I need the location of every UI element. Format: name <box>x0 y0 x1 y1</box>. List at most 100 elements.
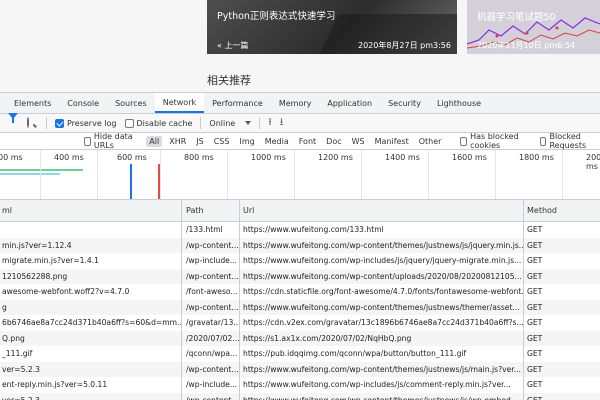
filter-bar: Hide data URLs All XHR JS CSS Img Media Font Do… <box>0 132 600 150</box>
preserve-log-label: Preserve log <box>67 118 117 128</box>
filter-doc[interactable]: Doc <box>323 136 344 147</box>
cell-name: g <box>0 299 182 315</box>
tab-lighthouse[interactable]: Lighthouse <box>429 93 489 113</box>
cell-url: https://www.wufeitong.com/wp-content/the… <box>240 237 524 253</box>
table-row[interactable]: Q.png/2020/07/02... https://s1.ax1x.com/2… <box>0 330 600 346</box>
tab-performance[interactable]: Performance <box>204 93 271 113</box>
hide-data-urls-label: Hide data URLs <box>93 132 133 150</box>
filter-media[interactable]: Media <box>262 136 292 147</box>
divider <box>200 117 202 129</box>
tab-sources[interactable]: Sources <box>107 93 155 113</box>
table-body: /133.html https://www.wufeitong.com/133.h… <box>0 222 600 400</box>
table-row[interactable]: 1210562288.png/wp-content... https://www.… <box>0 268 600 284</box>
cell-name: migrate.min.js?ver=1.4.1 <box>0 253 182 269</box>
card-title[interactable]: Python正则表达式快速学习 <box>217 8 335 22</box>
table-row[interactable]: ver=5.2.3/wp-content...https://www.wufei… <box>0 392 600 400</box>
cell-method: GET <box>527 256 543 266</box>
table-row[interactable]: g/wp-content... https://www.wufeitong.com… <box>0 299 600 315</box>
tab-security[interactable]: Security <box>380 93 429 113</box>
timeline-gridline <box>495 150 496 199</box>
timeline-tick-label: 600 ms <box>117 153 147 162</box>
timeline-overview[interactable]: 00 ms 400 ms 600 ms 800 ms 1000 ms 1200 ms 140… <box>0 150 600 200</box>
filter-all[interactable]: All <box>146 135 163 147</box>
filter-ws[interactable]: WS <box>349 136 368 147</box>
tab-console[interactable]: Console <box>59 93 107 113</box>
filter-img[interactable]: Img <box>236 136 257 147</box>
column-name-header[interactable]: ml <box>0 200 182 221</box>
cell-path: /wp-content... <box>182 299 240 315</box>
checkbox-checked[interactable] <box>55 118 64 128</box>
cell-name: _111.gif <box>0 346 182 362</box>
devtools-panel: Elements Console Sources Network Performance… <box>0 92 600 400</box>
cell-path: /wp-include... <box>182 377 240 393</box>
cell-path: /wp-content... <box>182 268 240 284</box>
search-icon[interactable] <box>27 116 38 129</box>
throttling-select[interactable]: Online <box>209 119 252 128</box>
article-card-prev[interactable]: Python正则表达式快速学习 « 上一篇 2020年8月27日 pm3:56 <box>207 0 457 54</box>
timeline-gridline <box>428 150 429 199</box>
blocked-filters: Has blocked cookies Blocked Requests <box>460 132 600 150</box>
timeline-tick-label: 00 ms <box>0 153 23 162</box>
cell-name: ver=5.2.3 <box>0 361 182 377</box>
has-blocked-cookies-checkbox[interactable]: Has blocked cookies <box>460 132 523 150</box>
table-row[interactable]: _111.gif/qconn/wpa... https://pub.idqqimg… <box>0 346 600 362</box>
table-row[interactable]: ver=5.2.3/wp-content...https://www.wufei… <box>0 361 600 377</box>
cell-name: min.js?ver=1.12.4 <box>0 237 182 253</box>
preserve-log-checkbox[interactable]: Preserve log <box>55 118 117 128</box>
checkbox-unchecked[interactable] <box>460 136 468 146</box>
card-title[interactable]: 机器学习笔试题50 <box>477 9 556 23</box>
has-blocked-cookies-label: Has blocked cookies <box>470 132 519 150</box>
table-row[interactable]: migrate.min.js?ver=1.4.1/wp-include... ht… <box>0 253 600 269</box>
filter-font[interactable]: Font <box>296 136 319 147</box>
cell-name: awesome-webfont.woff2?v=4.7.0 <box>0 284 182 300</box>
timeline-tick-label: 1800 ms <box>519 153 554 162</box>
column-url-header[interactable]: Url <box>240 200 524 221</box>
export-har-icon[interactable]: ⭳ <box>280 118 284 128</box>
timeline-gridline <box>361 150 362 199</box>
filter-icon[interactable] <box>8 112 19 129</box>
table-row[interactable]: ent-reply.min.js?ver=5.0.11/wp-include..… <box>0 377 600 393</box>
web-page-area: Python正则表达式快速学习 « 上一篇 2020年8月27日 pm3:56 … <box>0 0 600 92</box>
divider <box>46 117 47 129</box>
table-row[interactable]: /133.html https://www.wufeitong.com/133.h… <box>0 222 600 238</box>
tab-memory[interactable]: Memory <box>271 93 320 113</box>
cell-url: https://www.wufeitong.com/133.html <box>240 222 524 238</box>
related-heading: 相关推荐 <box>207 74 251 87</box>
import-har-icon[interactable]: ⭱ <box>268 118 272 128</box>
timeline-bar <box>0 169 83 171</box>
filter-other[interactable]: Other <box>416 136 445 147</box>
filter-xhr[interactable]: XHR <box>166 136 189 147</box>
tab-application[interactable]: Application <box>319 93 380 113</box>
filter-manifest[interactable]: Manifest <box>372 136 412 147</box>
filter-css[interactable]: CSS <box>211 136 233 147</box>
checkbox-unchecked[interactable] <box>84 136 91 146</box>
hide-data-urls-checkbox[interactable]: Hide data URLs <box>84 132 136 150</box>
tab-network[interactable]: Network <box>154 93 205 113</box>
tab-elements[interactable]: Elements <box>0 93 59 113</box>
checkbox-unchecked[interactable] <box>539 136 547 146</box>
timeline-tick-label: 1000 ms <box>251 153 286 162</box>
cell-name: ent-reply.min.js?ver=5.0.11 <box>0 377 182 393</box>
prev-link[interactable]: « 上一篇 <box>217 40 248 51</box>
timeline-bar <box>0 173 60 175</box>
card-meta: 2020年11月10日 pm6:54 <box>477 40 594 51</box>
cell-url: https://www.wufeitong.com/wp-content/the… <box>240 299 524 315</box>
cell-method: GET <box>527 302 543 312</box>
column-path-header[interactable]: Path <box>182 200 240 221</box>
column-method-header[interactable]: Method <box>524 200 600 221</box>
timeline-gridline <box>40 150 41 199</box>
cell-path: /wp-content... <box>182 392 240 400</box>
article-card-next[interactable]: 机器学习笔试题50 2020年11月10日 pm6:54 <box>467 0 600 54</box>
table-row[interactable]: min.js?ver=1.12.4/wp-content... https://w… <box>0 237 600 253</box>
table-row[interactable]: 6b6746ae8a7cc24d371b40a6ff?s=60&d=mm... /… <box>0 315 600 331</box>
cell-method: GET <box>527 287 543 297</box>
filter-js[interactable]: JS <box>193 136 206 147</box>
blocked-requests-checkbox[interactable]: Blocked Requests <box>539 132 596 150</box>
cell-method: GET <box>527 380 543 390</box>
cell-method: GET <box>527 225 543 235</box>
request-table: ml Path Url Method /133.html https://www.… <box>0 200 600 400</box>
disable-cache-checkbox[interactable]: Disable cache <box>124 118 192 128</box>
chevron-down-icon <box>245 121 252 125</box>
table-row[interactable]: awesome-webfont.woff2?v=4.7.0/font-aweso… <box>0 284 600 300</box>
checkbox-unchecked[interactable] <box>124 118 134 128</box>
